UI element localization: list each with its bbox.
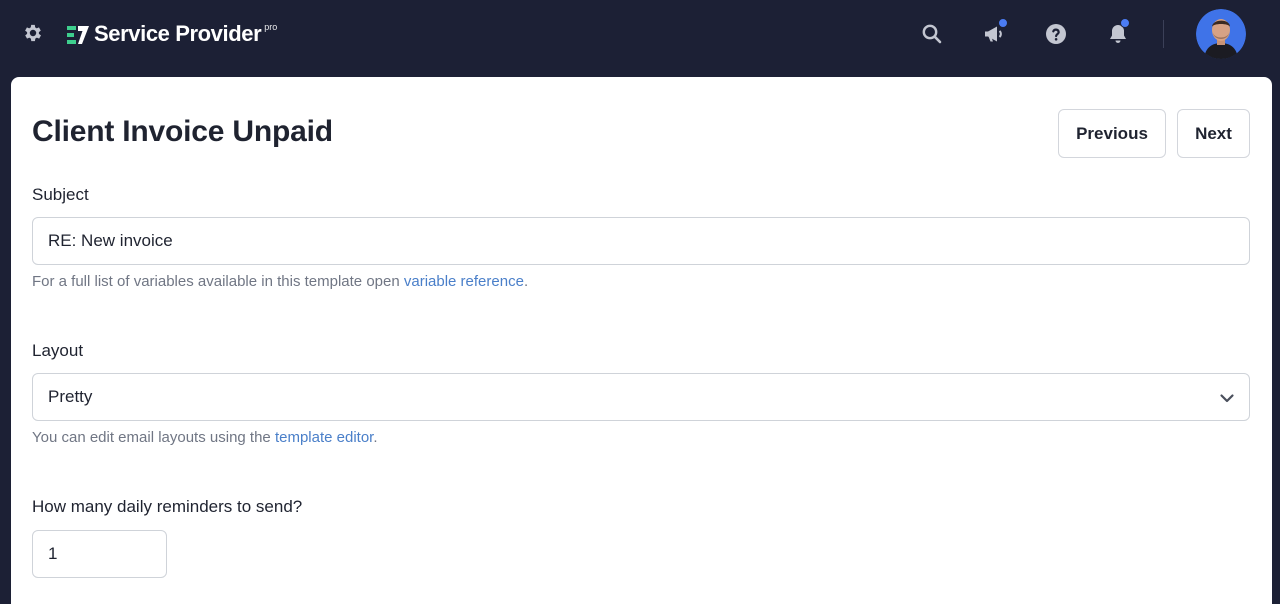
brand-logo[interactable]: Service Provider pro	[66, 20, 277, 48]
announcements-button[interactable]	[982, 18, 1008, 48]
avatar[interactable]	[1196, 9, 1246, 59]
notification-dot	[1120, 18, 1130, 28]
brand-mark-icon	[67, 26, 89, 44]
brand-name: Service Provider	[94, 21, 262, 46]
chevron-down-icon	[1220, 394, 1234, 403]
next-button[interactable]: Next	[1177, 109, 1250, 158]
notifications-button[interactable]	[1106, 18, 1132, 48]
layout-help-text: You can edit email layouts using the tem…	[32, 429, 378, 446]
reminders-label: How many daily reminders to send?	[32, 497, 303, 516]
subject-value: RE: New invoice	[48, 231, 173, 250]
divider	[1163, 20, 1164, 48]
top-bar: Service Provider pro	[0, 0, 1280, 76]
user-photo	[1196, 9, 1246, 59]
subject-help-prefix: For a full list of variables available i…	[32, 273, 404, 290]
search-icon[interactable]	[920, 22, 944, 46]
variable-reference-link[interactable]: variable reference	[404, 273, 524, 290]
subject-help-text: For a full list of variables available i…	[32, 273, 528, 290]
gear-icon[interactable]	[22, 22, 44, 44]
layout-help-suffix: .	[373, 429, 378, 446]
layout-help-prefix: You can edit email layouts using the	[32, 429, 275, 446]
layout-selected-value: Pretty	[48, 387, 93, 406]
template-card: Client Invoice Unpaid Previous Next Subj…	[11, 77, 1272, 604]
layout-select[interactable]: Pretty	[32, 373, 1250, 421]
notification-dot	[998, 18, 1008, 28]
previous-button[interactable]: Previous	[1058, 109, 1166, 158]
reminders-input[interactable]: 1	[32, 530, 167, 578]
page-title: Client Invoice Unpaid	[32, 115, 333, 148]
subject-input[interactable]: RE: New invoice	[32, 217, 1250, 265]
template-editor-link[interactable]: template editor	[275, 429, 373, 446]
brand-badge: pro	[264, 22, 278, 32]
reminders-value: 1	[48, 544, 58, 563]
help-icon[interactable]	[1044, 22, 1068, 46]
layout-label: Layout	[32, 341, 84, 360]
subject-label: Subject	[32, 185, 89, 204]
subject-help-suffix: .	[523, 273, 529, 290]
